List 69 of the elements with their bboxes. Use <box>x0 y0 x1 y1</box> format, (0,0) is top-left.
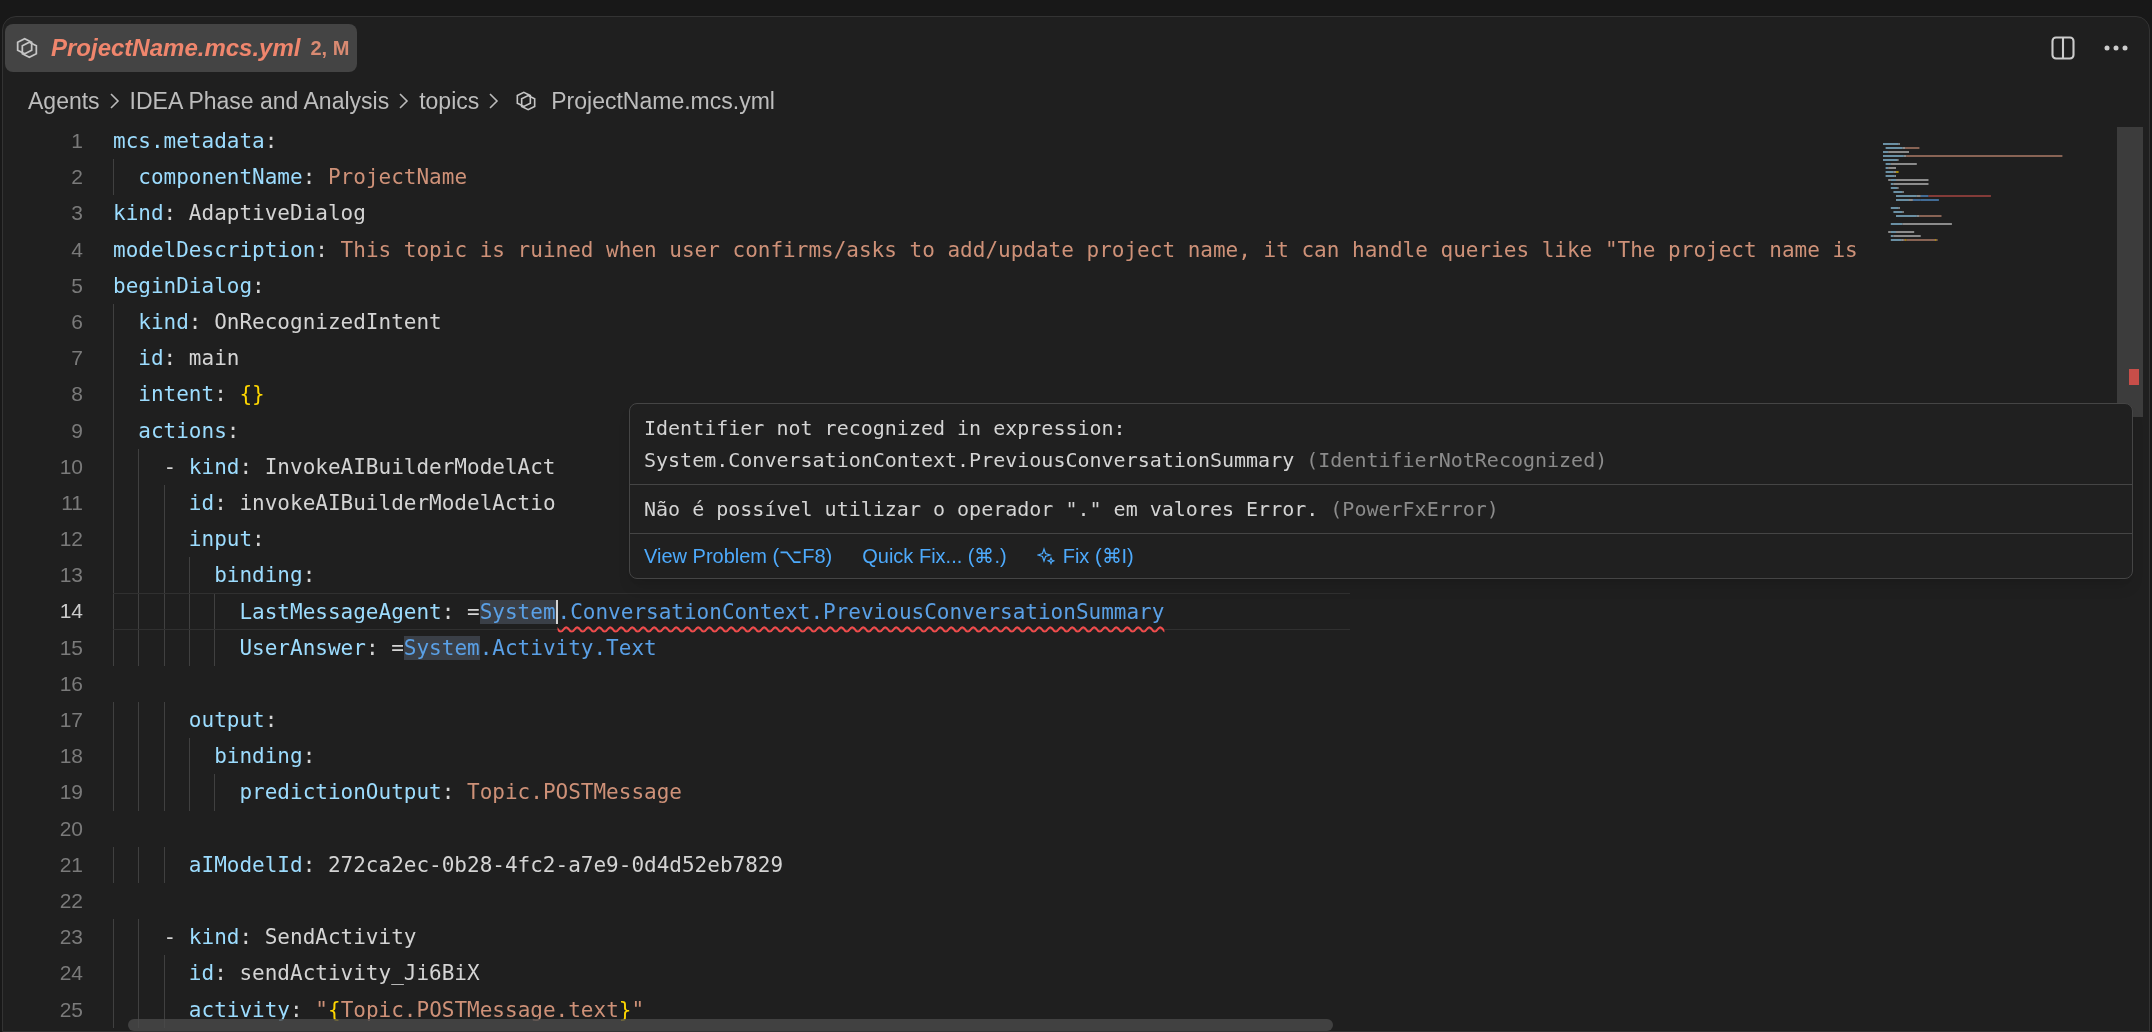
code-line: predictionOutput: Topic.POSTMessage <box>238 780 682 805</box>
breadcrumb-item[interactable]: Agents <box>28 83 100 119</box>
sparkle-icon <box>1036 547 1055 565</box>
error-message: Identifier not recognized in expression: <box>644 416 1126 440</box>
line-number: 1 <box>71 129 83 152</box>
line-number: 10 <box>59 454 83 478</box>
line-number: 11 <box>61 490 83 514</box>
line-number: 2 <box>71 165 83 189</box>
line-number: 14 <box>59 599 83 623</box>
line-number: 21 <box>59 852 83 876</box>
line-number: 18 <box>59 744 83 768</box>
breadcrumb-item[interactable]: ProjectName.mcs.yml <box>551 83 775 119</box>
breadcrumb-item[interactable]: IDEA Phase and Analysis <box>129 83 390 119</box>
tab-title: ProjectName.mcs.yml <box>51 33 301 63</box>
error-message: Não é possível utilizar o operador "." em valores Error. <box>644 497 1319 521</box>
error-message: System.ConversationContext.PreviousConversationSummary <box>644 448 1295 472</box>
breadcrumb-item[interactable]: topics <box>419 83 480 119</box>
line-number: 12 <box>59 527 83 551</box>
line-number: 6 <box>71 309 83 333</box>
code-line: kind: AdaptiveDialog <box>113 201 366 226</box>
editor-tab[interactable]: ProjectName.mcs.yml 2, M <box>5 24 358 72</box>
code-line: binding: <box>213 563 316 588</box>
line-number: 25 <box>59 997 83 1021</box>
action-link[interactable]: View Problem (⌥F8) <box>644 541 833 571</box>
code-line: mcs.metadata: <box>113 129 278 153</box>
line-number: 16 <box>59 671 83 695</box>
line-number: 8 <box>71 382 83 406</box>
line-number: 19 <box>59 780 83 804</box>
action-link[interactable]: Fix (⌘I) <box>1036 541 1134 571</box>
line-number: 23 <box>59 925 83 949</box>
line-number: 22 <box>59 888 83 912</box>
code-line: - kind: SendActivity <box>162 925 417 950</box>
line-number: 3 <box>71 201 83 225</box>
code-line: id: sendActivity_Ji6BiX <box>187 961 480 986</box>
code-line: intent: {} <box>137 382 265 407</box>
error-code: (IdentifierNotRecognized) <box>1306 448 1608 472</box>
scrollbar-thumb[interactable] <box>2117 127 2143 417</box>
line-number: 13 <box>59 563 83 587</box>
more-icon[interactable] <box>2103 44 2129 52</box>
code-line: componentName: ProjectName <box>137 165 468 190</box>
code-line: binding: <box>213 744 316 769</box>
problem-count-label: 2, M <box>310 36 350 61</box>
line-number: 7 <box>71 346 83 370</box>
error-marker <box>2129 369 2139 385</box>
code-line: actions: <box>137 418 240 443</box>
code-line: UserAnswer: =System.Activity.Text <box>238 635 657 660</box>
split-editor-icon[interactable] <box>2049 34 2077 62</box>
line-number: 17 <box>59 708 83 731</box>
code-line: LastMessageAgent: =System.ConversationContext.PreviousConversationSummary <box>238 600 1165 625</box>
line-number: 5 <box>71 273 83 297</box>
code-line: output: <box>187 708 278 732</box>
code-line: - kind: InvokeAIBuilderModelAct <box>162 454 556 479</box>
line-number: 20 <box>59 816 83 840</box>
code-line: beginDialog: <box>113 273 265 298</box>
error-code: (PowerFxError) <box>1330 497 1499 521</box>
code-line: aIModelId: 272ca2ec-0b28-4fc2-a7e9-0d4d52eb7829 <box>187 852 784 877</box>
scrollbar-thumb[interactable] <box>128 1019 1333 1031</box>
code-line: modelDescription: This topic is ruined when user confirms/asks to add/update project name, it can handle queries like "The project name is <box>113 237 1858 262</box>
code-line: activity: "{Topic.POSTMessage.text}" <box>187 997 645 1022</box>
line-number: 24 <box>59 961 83 985</box>
action-link[interactable]: Quick Fix... (⌘.) <box>862 541 1007 571</box>
chevron-icon <box>107 91 122 111</box>
code-line: id: main <box>137 346 240 371</box>
line-number: 9 <box>71 418 83 442</box>
code-line: input: <box>187 527 265 552</box>
code-line: id: invokeAIBuilderModelActio <box>187 490 556 515</box>
line-number: 15 <box>59 635 83 659</box>
line-number: 4 <box>71 237 83 261</box>
code-line: kind: OnRecognizedIntent <box>137 309 442 334</box>
